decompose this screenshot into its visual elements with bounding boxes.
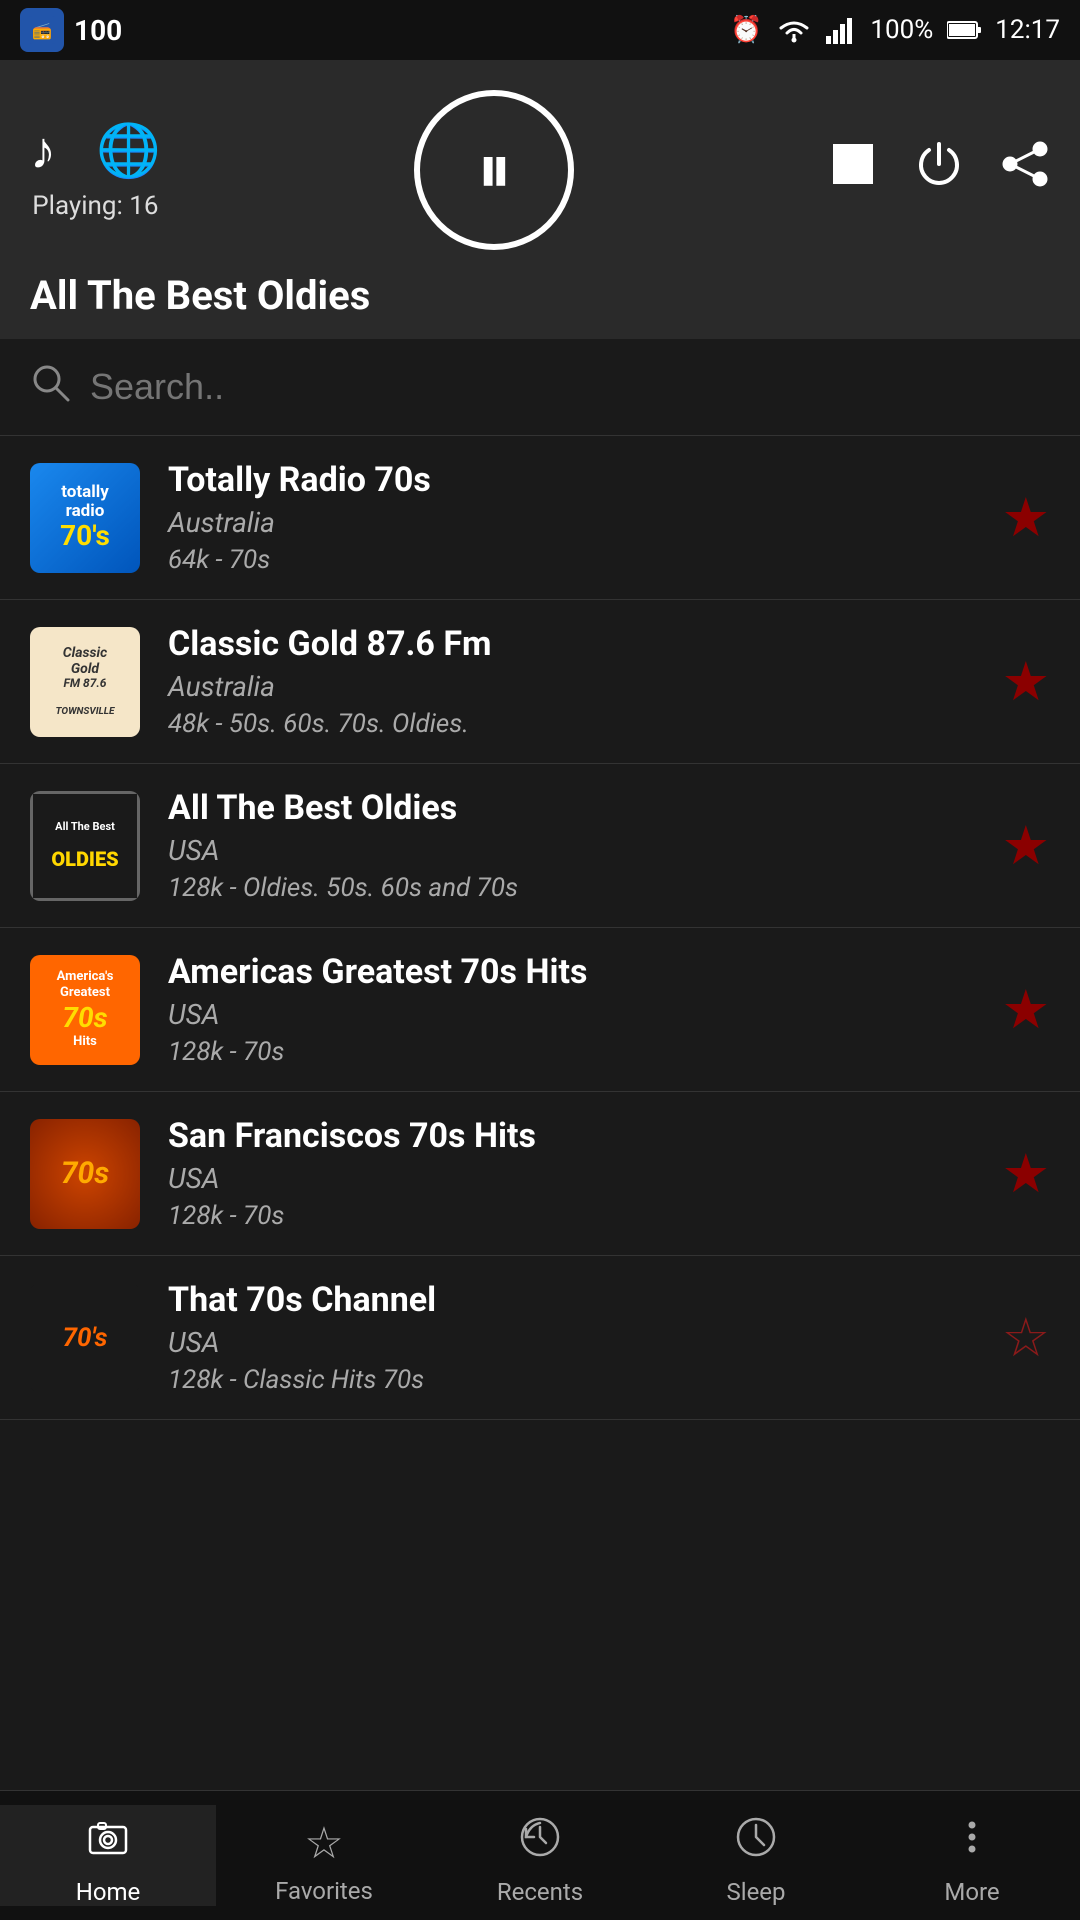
share-icon[interactable] [1000,139,1050,202]
station-info-2: Classic Gold 87.6 Fm Australia 48k - 50s… [168,624,1002,739]
station-info-5: San Franciscos 70s Hits USA 128k - 70s [168,1116,1002,1231]
nav-more[interactable]: More [864,1805,1080,1906]
station-country-6: USA [168,1326,1002,1359]
station-meta-3: 128k - Oldies. 50s. 60s and 70s [168,873,1002,903]
station-name-6: That 70s Channel [168,1280,1002,1320]
player-right-icons [828,139,1050,202]
recents-icon [518,1815,562,1870]
station-item[interactable]: America'sGreatest70sHits Americas Greate… [0,928,1080,1092]
station-list: totallyradio70's Totally Radio 70s Austr… [0,436,1080,1846]
favorite-star-5[interactable]: ★ [1002,1142,1050,1206]
search-input[interactable] [90,366,1050,408]
globe-icon[interactable]: 🌐 [96,120,161,181]
station-meta-1: 64k - 70s [168,545,1002,575]
home-icon [86,1815,130,1870]
playing-label: Playing: 16 [32,191,158,221]
nav-home-label: Home [76,1878,141,1906]
nav-sleep-label: Sleep [726,1878,785,1906]
station-title: All The Best Oldies [30,272,1050,319]
favorite-star-3[interactable]: ★ [1002,814,1050,878]
station-meta-2: 48k - 50s. 60s. 70s. Oldies. [168,709,1002,739]
favorite-star-4[interactable]: ★ [1002,978,1050,1042]
station-meta-6: 128k - Classic Hits 70s [168,1365,1002,1395]
status-left: 📻 100 [20,8,122,52]
station-logo-americas: America'sGreatest70sHits [30,955,140,1065]
status-bar: 📻 100 ⏰ 100% 12:17 [0,0,1080,60]
station-info-6: That 70s Channel USA 128k - Classic Hits… [168,1280,1002,1395]
search-icon [30,361,70,413]
station-logo-totally: totallyradio70's [30,463,140,573]
stop-icon[interactable] [828,139,878,202]
sleep-icon [734,1815,778,1870]
station-item[interactable]: 70s San Franciscos 70s Hits USA 128k - 7… [0,1092,1080,1256]
station-info-4: Americas Greatest 70s Hits USA 128k - 70… [168,952,1002,1067]
pause-button[interactable]: ⏸ [414,90,574,250]
battery-icon [947,20,981,40]
station-logo-that70s: 70's [30,1283,140,1393]
power-icon[interactable] [914,139,964,202]
station-logo-oldies: All The Best OLDIES [30,791,140,901]
station-name-4: Americas Greatest 70s Hits [168,952,1002,992]
battery-percent: 100% [870,15,933,45]
app-icon: 📻 [20,8,64,52]
status-right: ⏰ 100% 12:17 [730,15,1060,45]
station-name-1: Totally Radio 70s [168,460,1002,500]
more-icon [950,1815,994,1870]
music-note-icon[interactable]: ♪ [30,120,56,181]
favorite-star-2[interactable]: ★ [1002,650,1050,714]
player-header: ♪ 🌐 Playing: 16 ⏸ [0,60,1080,339]
favorites-star-icon: ☆ [304,1817,343,1869]
station-meta-4: 128k - 70s [168,1037,1002,1067]
station-info-3: All The Best Oldies USA 128k - Oldies. 5… [168,788,1002,903]
station-name-2: Classic Gold 87.6 Fm [168,624,1002,664]
nav-favorites-label: Favorites [275,1877,373,1905]
favorite-star-1[interactable]: ★ [1002,486,1050,550]
search-bar [0,339,1080,436]
station-item[interactable]: All The Best OLDIES All The Best Oldies … [0,764,1080,928]
station-country-3: USA [168,834,1002,867]
favorite-star-6[interactable]: ☆ [1002,1306,1050,1370]
nav-more-label: More [944,1878,999,1906]
station-info-1: Totally Radio 70s Australia 64k - 70s [168,460,1002,575]
station-name-5: San Franciscos 70s Hits [168,1116,1002,1156]
nav-favorites[interactable]: ☆ Favorites [216,1807,432,1905]
station-item[interactable]: totallyradio70's Totally Radio 70s Austr… [0,436,1080,600]
alarm-icon: ⏰ [730,15,762,45]
station-country-5: USA [168,1162,1002,1195]
svg-text:📻: 📻 [32,21,52,40]
pause-icon: ⏸ [477,129,512,211]
time-display: 12:17 [995,15,1060,45]
station-item[interactable]: ClassicGoldFM 87.6TOWNSVILLE Classic Gol… [0,600,1080,764]
nav-recents[interactable]: Recents [432,1805,648,1906]
signal-icon [826,16,856,44]
bottom-nav: Home ☆ Favorites Recents Sleep [0,1790,1080,1920]
player-controls-row: ♪ 🌐 Playing: 16 ⏸ [30,90,1050,250]
station-country-1: Australia [168,506,1002,539]
station-country-4: USA [168,998,1002,1031]
station-meta-5: 128k - 70s [168,1201,1002,1231]
status-number: 100 [74,14,122,47]
player-left-icons: ♪ 🌐 Playing: 16 [30,120,161,221]
nav-sleep[interactable]: Sleep [648,1805,864,1906]
station-country-2: Australia [168,670,1002,703]
wifi-icon [776,16,812,44]
station-logo-sanfran: 70s [30,1119,140,1229]
station-item[interactable]: 70's That 70s Channel USA 128k - Classic… [0,1256,1080,1420]
station-logo-classic: ClassicGoldFM 87.6TOWNSVILLE [30,627,140,737]
nav-recents-label: Recents [497,1878,583,1906]
nav-home[interactable]: Home [0,1805,216,1906]
station-name-3: All The Best Oldies [168,788,1002,828]
